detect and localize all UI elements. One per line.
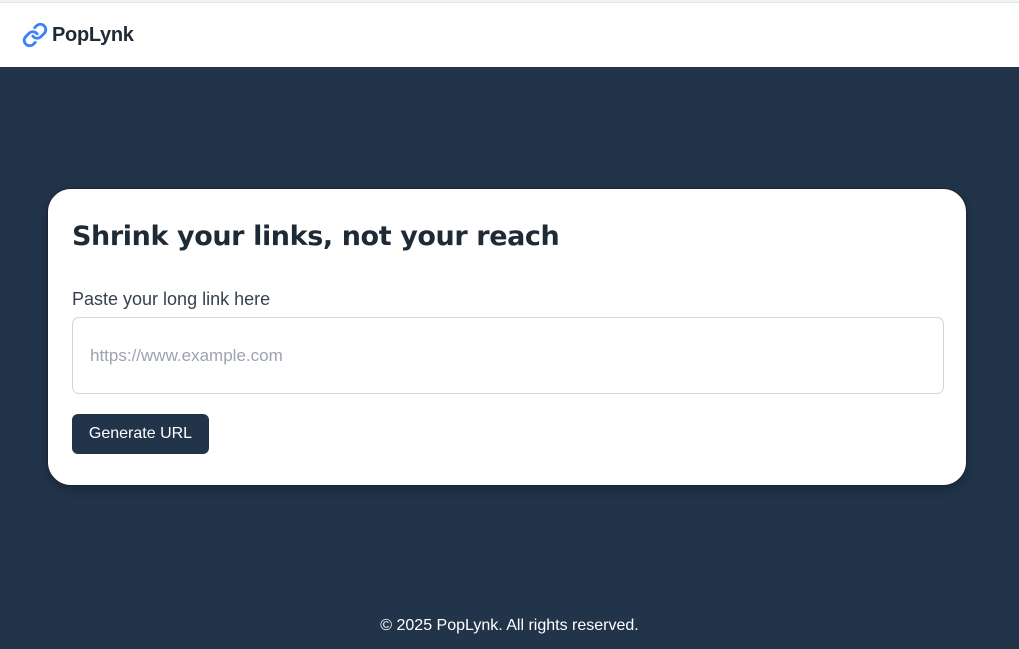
brand-name: PopLynk bbox=[52, 23, 134, 46]
card-title: Shrink your links, not your reach bbox=[72, 221, 560, 252]
link-icon bbox=[22, 22, 48, 48]
shorten-card: Shrink your links, not your reach Paste … bbox=[47, 188, 967, 486]
brand-logo-link[interactable]: PopLynk bbox=[22, 22, 134, 48]
site-header: PopLynk bbox=[0, 3, 1019, 67]
copyright-text: © 2025 PopLynk. All rights reserved. bbox=[380, 617, 639, 634]
url-field-label: Paste your long link here bbox=[72, 289, 271, 309]
site-footer: © 2025 PopLynk. All rights reserved. bbox=[0, 617, 1019, 635]
url-input[interactable] bbox=[72, 317, 944, 394]
generate-url-button[interactable]: Generate URL bbox=[72, 414, 209, 454]
main-content: Shrink your links, not your reach Paste … bbox=[0, 67, 1019, 649]
